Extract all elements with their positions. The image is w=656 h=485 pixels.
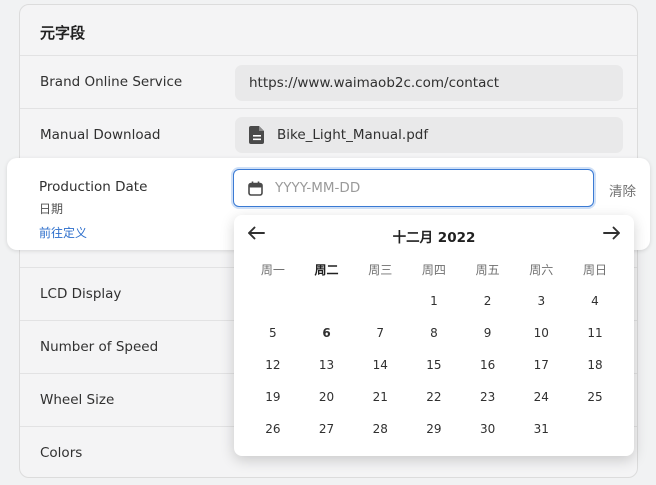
calendar-day[interactable]: 22 [407,381,461,413]
weekday-header: 周六 [529,262,554,277]
calendar-day[interactable]: 5 [246,317,300,349]
calendar-icon [248,181,263,196]
manual-download-filename: Bike_Light_Manual.pdf [277,127,429,143]
divider [20,55,637,56]
brand-online-service-value: https://www.waimaob2c.com/contact [249,75,500,91]
calendar-day[interactable]: 20 [300,381,354,413]
calendar-day[interactable]: 21 [353,381,407,413]
row-label-manual-download: Manual Download [40,127,161,143]
calendar-day[interactable]: 19 [246,381,300,413]
row-label-wheel-size: Wheel Size [40,392,115,408]
production-date-label: Production Date [39,179,148,195]
arrow-right-icon [603,225,621,244]
production-date-type: 日期 [39,202,64,216]
row-label-lcd-display: LCD Display [40,286,122,302]
weekday-header: 周三 [368,262,393,277]
weekday-header: 周五 [475,262,500,277]
calendar-empty-cell [246,285,300,317]
next-month-button[interactable] [600,224,624,244]
divider [20,108,637,109]
calendar-day[interactable]: 1 [407,285,461,317]
weekday-header: 周一 [260,262,285,277]
calendar-day[interactable]: 11 [568,317,622,349]
calendar-day[interactable]: 13 [300,349,354,381]
calendar-empty-cell [300,285,354,317]
calendar-day[interactable]: 14 [353,349,407,381]
manual-download-field[interactable]: Bike_Light_Manual.pdf [235,117,623,153]
calendar-day[interactable]: 23 [461,381,515,413]
calendar-day[interactable]: 3 [514,285,568,317]
calendar-day[interactable]: 30 [461,413,515,445]
production-date-input[interactable] [275,180,575,196]
brand-online-service-field[interactable]: https://www.waimaob2c.com/contact [235,65,623,101]
row-label-colors: Colors [40,445,83,461]
calendar-day[interactable]: 31 [514,413,568,445]
calendar-day[interactable]: 12 [246,349,300,381]
calendar-day[interactable]: 29 [407,413,461,445]
calendar-day[interactable]: 7 [353,317,407,349]
calendar-day[interactable]: 8 [407,317,461,349]
calendar-day[interactable]: 18 [568,349,622,381]
calendar-day[interactable]: 10 [514,317,568,349]
calendar-day[interactable]: 9 [461,317,515,349]
calendar-day[interactable]: 6 [300,317,354,349]
go-to-definition-link[interactable]: 前往定义 [39,224,87,241]
calendar-day[interactable]: 15 [407,349,461,381]
weekday-header: 周二 [314,262,339,277]
calendar-day[interactable]: 16 [461,349,515,381]
calendar-day[interactable]: 2 [461,285,515,317]
production-date-input-wrapper[interactable] [233,169,594,207]
card-title: 元字段 [40,24,86,42]
calendar-day[interactable]: 24 [514,381,568,413]
calendar-empty-cell [353,285,407,317]
weekday-header: 周日 [582,262,607,277]
calendar-day[interactable]: 25 [568,381,622,413]
calendar-day[interactable]: 28 [353,413,407,445]
row-label-brand-online-service: Brand Online Service [40,74,183,90]
row-label-number-of-speed: Number of Speed [40,339,159,355]
calendar-day[interactable]: 17 [514,349,568,381]
calendar-day[interactable]: 26 [246,413,300,445]
file-icon [249,126,265,144]
date-picker-popover: 十二月 2022 周一 周二 周三 周四 周五 周六 周日 1 2 3 4 5 6 7 8 9 10 11 12 13… [234,215,634,456]
calendar-grid: 周一 周二 周三 周四 周五 周六 周日 1 2 3 4 5 6 7 8 9 10 11 12 13 14 15 16 17 1… [246,253,622,445]
calendar-month-title: 十二月 2022 [392,230,476,246]
calendar-day[interactable]: 27 [300,413,354,445]
clear-button[interactable]: 清除 [609,180,636,200]
calendar-day[interactable]: 4 [568,285,622,317]
weekday-header: 周四 [421,262,446,277]
